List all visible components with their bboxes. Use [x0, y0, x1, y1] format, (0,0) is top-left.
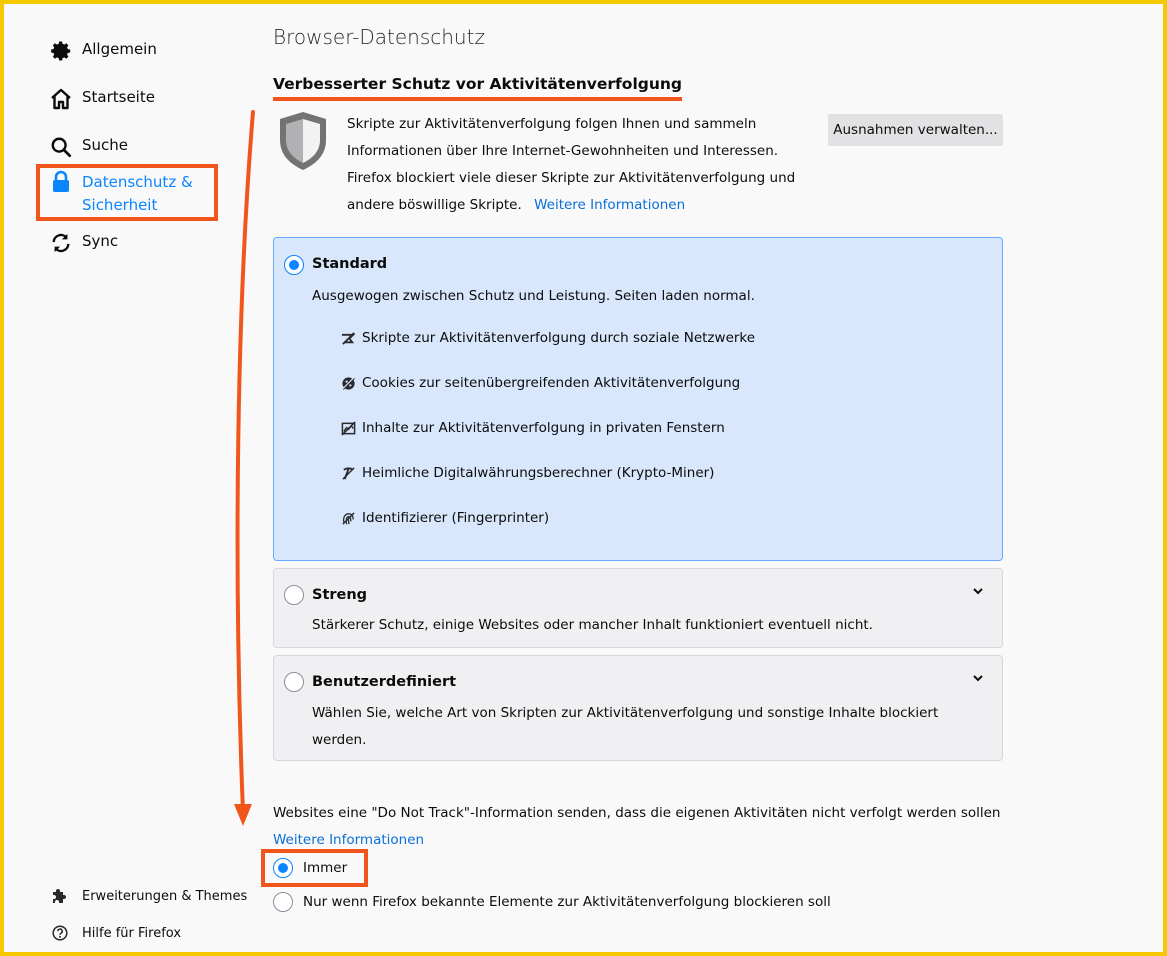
feature-label: Heimliche Digitalwährungsberechner (Kryp… — [362, 465, 715, 481]
gear-icon — [48, 38, 74, 64]
settings-window: Allgemein Startseite Suche Datenschutz &… — [0, 0, 1167, 956]
radio-dnt-only-known[interactable] — [273, 892, 293, 912]
feature-social-trackers: Skripte zur Aktivitätenverfolgung durch … — [340, 330, 755, 346]
feature-label: Cookies zur seitenübergreifenden Aktivit… — [362, 375, 741, 391]
sidebar: Allgemein Startseite Suche Datenschutz &… — [8, 8, 248, 952]
sidebar-item-extensions[interactable]: Erweiterungen & Themes — [50, 886, 247, 906]
sync-icon — [48, 230, 74, 256]
feature-cryptominers: Heimliche Digitalwährungsberechner (Kryp… — [340, 465, 714, 481]
fingerprint-icon — [340, 510, 356, 526]
sidebar-item-label: Allgemein — [82, 40, 157, 58]
tracking-content-icon — [340, 420, 356, 436]
puzzle-icon — [50, 886, 70, 906]
chevron-down-icon[interactable] — [972, 585, 984, 597]
dnt-description: Websites eine "Do Not Track"-Information… — [273, 800, 1013, 854]
dnt-text: Websites eine "Do Not Track"-Information… — [273, 805, 1001, 821]
feature-label: Inhalte zur Aktivitätenverfolgung in pri… — [362, 420, 725, 436]
option-standard-title: Standard — [312, 256, 388, 272]
option-standard-card[interactable]: Standard Ausgewogen zwischen Schutz und … — [273, 237, 1003, 561]
radio-streng[interactable] — [284, 585, 304, 605]
option-custom-description: Wählen Sie, welche Art von Skripten zur … — [312, 705, 939, 748]
highlight-box-immer — [261, 849, 368, 887]
cookie-icon — [340, 375, 356, 391]
highlight-box-datenschutz — [36, 164, 218, 221]
option-standard-description: Ausgewogen zwischen Schutz und Leistung.… — [312, 288, 755, 304]
intro-paragraph: Skripte zur Aktivitätenverfolgung folgen… — [347, 111, 827, 219]
option-custom-title: Benutzerdefiniert — [312, 674, 457, 690]
sidebar-item-sync[interactable]: Sync — [48, 230, 118, 256]
help-icon — [50, 923, 70, 943]
home-icon — [48, 86, 74, 112]
feature-private-window-content: Inhalte zur Aktivitätenverfolgung in pri… — [340, 420, 725, 436]
section-title: Verbesserter Schutz vor Aktivitätenverfo… — [273, 75, 683, 101]
dnt-learn-more-link[interactable]: Weitere Informationen — [273, 832, 424, 848]
annotation-arrow — [234, 110, 255, 826]
radio-standard[interactable] — [284, 255, 304, 275]
sidebar-item-startseite[interactable]: Startseite — [48, 86, 155, 112]
option-streng-card[interactable]: Streng Stärkerer Schutz, einige Websites… — [273, 568, 1003, 648]
feature-label: Skripte zur Aktivitätenverfolgung durch … — [362, 330, 756, 346]
sidebar-item-allgemein[interactable]: Allgemein — [48, 38, 157, 64]
sidebar-item-label: Suche — [82, 136, 129, 154]
sidebar-item-suche[interactable]: Suche — [48, 134, 128, 160]
dnt-only-known-label: Nur wenn Firefox bekannte Elemente zur A… — [303, 894, 831, 910]
dnt-option-only-known[interactable]: Nur wenn Firefox bekannte Elemente zur A… — [273, 892, 831, 912]
manage-exceptions-button[interactable]: Ausnahmen verwalten... — [828, 114, 1003, 146]
search-icon — [48, 134, 74, 160]
sidebar-item-help[interactable]: Hilfe für Firefox — [50, 923, 181, 943]
feature-cross-site-cookies: Cookies zur seitenübergreifenden Aktivit… — [340, 375, 740, 391]
sidebar-footer-label: Erweiterungen & Themes — [82, 888, 248, 904]
option-custom-card[interactable]: Benutzerdefiniert Wählen Sie, welche Art… — [273, 655, 1003, 761]
social-tracker-icon — [340, 330, 356, 346]
radio-custom[interactable] — [284, 672, 304, 692]
option-streng-title: Streng — [312, 587, 368, 603]
option-streng-description: Stärkerer Schutz, einige Websites oder m… — [312, 617, 873, 633]
feature-label: Identifizierer (Fingerprinter) — [362, 510, 550, 526]
page-title: Browser-Datenschutz — [273, 25, 485, 49]
learn-more-link[interactable]: Weitere Informationen — [534, 197, 685, 213]
sidebar-item-label: Startseite — [82, 88, 155, 106]
sidebar-item-label: Sync — [82, 232, 119, 250]
chevron-down-icon[interactable] — [972, 672, 984, 684]
sidebar-footer-label: Hilfe für Firefox — [82, 925, 182, 941]
cryptominer-icon — [340, 465, 356, 481]
feature-fingerprinters: Identifizierer (Fingerprinter) — [340, 510, 549, 526]
shield-icon — [277, 110, 329, 176]
